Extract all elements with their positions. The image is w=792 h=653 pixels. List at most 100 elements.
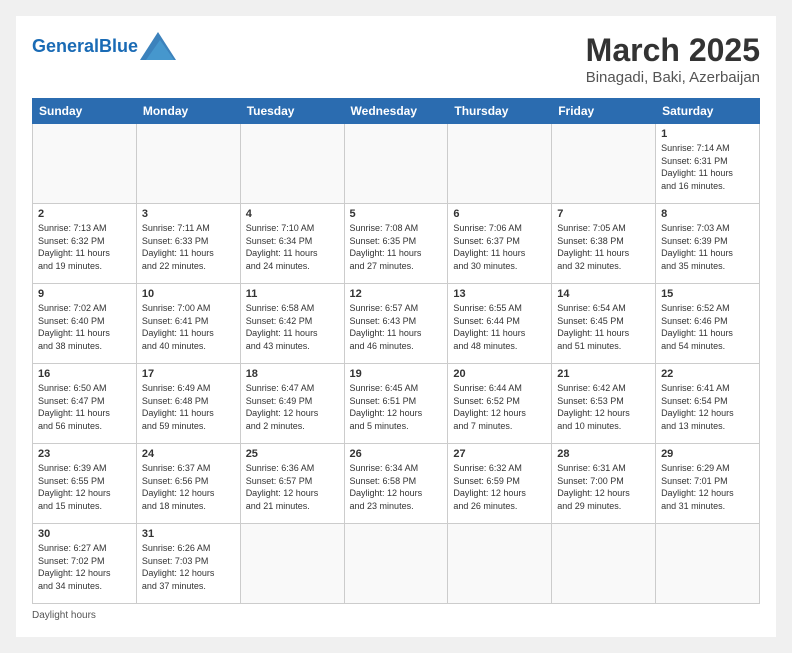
calendar-cell	[240, 124, 344, 204]
logo: GeneralBlue	[32, 32, 176, 60]
day-number: 16	[38, 368, 131, 380]
calendar-cell: 24Sunrise: 6:37 AM Sunset: 6:56 PM Dayli…	[136, 444, 240, 524]
day-number: 20	[453, 368, 546, 380]
day-number: 9	[38, 288, 131, 300]
day-number: 23	[38, 448, 131, 460]
calendar-cell: 26 Sunrise: 6:34 AM Sunset: 6:58 PM Dayli…	[344, 444, 448, 524]
day-number: 2	[38, 208, 131, 220]
calendar-cell: 31Sunrise: 6:26 AM Sunset: 7:03 PM Dayli…	[136, 524, 240, 604]
day-info: Sunrise: 6:44 AM Sunset: 6:52 PM Dayligh…	[453, 382, 546, 432]
calendar-cell: 5 Sunrise: 7:08 AM Sunset: 6:35 PM Daylig…	[344, 204, 448, 284]
weekday-header-saturday: Saturday	[656, 99, 760, 124]
month-title: March 2025	[586, 32, 760, 69]
calendar-cell: 8 Sunrise: 7:03 AM Sunset: 6:39 PM Daylig…	[656, 204, 760, 284]
day-number: 13	[453, 288, 546, 300]
week-row-6: 30Sunrise: 6:27 AM Sunset: 7:02 PM Dayli…	[33, 524, 760, 604]
day-number: 10	[142, 288, 235, 300]
calendar-cell	[552, 124, 656, 204]
calendar-page: GeneralBlue March 2025 Binagadi, Baki, A…	[16, 16, 776, 637]
day-info: Sunrise: 7:13 AM Sunset: 6:32 PM Dayligh…	[38, 222, 131, 272]
day-info: Sunrise: 6:41 AM Sunset: 6:54 PM Dayligh…	[661, 382, 754, 432]
logo-icon	[140, 32, 176, 60]
calendar-cell	[656, 524, 760, 604]
day-info: Sunrise: 6:36 AM Sunset: 6:57 PM Dayligh…	[246, 462, 339, 512]
day-number: 24	[142, 448, 235, 460]
calendar-cell: 16 Sunrise: 6:50 AM Sunset: 6:47 PM Dayli…	[33, 364, 137, 444]
logo-general: General	[32, 36, 99, 56]
day-info: Sunrise: 7:05 AM Sunset: 6:38 PM Dayligh…	[557, 222, 650, 272]
calendar-cell	[136, 124, 240, 204]
day-info: Sunrise: 6:52 AM Sunset: 6:46 PM Dayligh…	[661, 302, 754, 352]
day-number: 5	[350, 208, 443, 220]
day-number: 26	[350, 448, 443, 460]
day-info: Sunrise: 6:50 AM Sunset: 6:47 PM Dayligh…	[38, 382, 131, 432]
day-info: Sunrise: 7:03 AM Sunset: 6:39 PM Dayligh…	[661, 222, 754, 272]
calendar-cell	[344, 124, 448, 204]
day-number: 21	[557, 368, 650, 380]
weekday-header-thursday: Thursday	[448, 99, 552, 124]
calendar-cell: 23Sunrise: 6:39 AM Sunset: 6:55 PM Dayli…	[33, 444, 137, 524]
calendar-cell: 27Sunrise: 6:32 AM Sunset: 6:59 PM Dayli…	[448, 444, 552, 524]
day-info: Sunrise: 6:31 AM Sunset: 7:00 PM Dayligh…	[557, 462, 650, 512]
week-row-1: 1Sunrise: 7:14 AM Sunset: 6:31 PM Daylig…	[33, 124, 760, 204]
day-number: 8	[661, 208, 754, 220]
calendar-cell: 3 Sunrise: 7:11 AM Sunset: 6:33 PM Daylig…	[136, 204, 240, 284]
day-number: 27	[453, 448, 546, 460]
calendar-cell: 15Sunrise: 6:52 AM Sunset: 6:46 PM Dayli…	[656, 284, 760, 364]
calendar-cell: 30Sunrise: 6:27 AM Sunset: 7:02 PM Dayli…	[33, 524, 137, 604]
calendar-cell: 1Sunrise: 7:14 AM Sunset: 6:31 PM Daylig…	[656, 124, 760, 204]
day-number: 14	[557, 288, 650, 300]
calendar-cell	[552, 524, 656, 604]
calendar-cell	[33, 124, 137, 204]
weekday-header-wednesday: Wednesday	[344, 99, 448, 124]
weekday-header-friday: Friday	[552, 99, 656, 124]
calendar-cell: 4 Sunrise: 7:10 AM Sunset: 6:34 PM Daylig…	[240, 204, 344, 284]
calendar-cell: 11 Sunrise: 6:58 AM Sunset: 6:42 PM Dayli…	[240, 284, 344, 364]
title-block: March 2025 Binagadi, Baki, Azerbaijan	[586, 32, 760, 86]
calendar-cell: 17Sunrise: 6:49 AM Sunset: 6:48 PM Dayli…	[136, 364, 240, 444]
calendar-cell: 14 Sunrise: 6:54 AM Sunset: 6:45 PM Dayli…	[552, 284, 656, 364]
day-number: 19	[350, 368, 443, 380]
week-row-5: 23Sunrise: 6:39 AM Sunset: 6:55 PM Dayli…	[33, 444, 760, 524]
day-number: 4	[246, 208, 339, 220]
day-info: Sunrise: 6:45 AM Sunset: 6:51 PM Dayligh…	[350, 382, 443, 432]
day-number: 28	[557, 448, 650, 460]
calendar-cell: 9 Sunrise: 7:02 AM Sunset: 6:40 PM Daylig…	[33, 284, 137, 364]
day-info: Sunrise: 7:11 AM Sunset: 6:33 PM Dayligh…	[142, 222, 235, 272]
day-info: Sunrise: 7:10 AM Sunset: 6:34 PM Dayligh…	[246, 222, 339, 272]
calendar-cell: 28 Sunrise: 6:31 AM Sunset: 7:00 PM Dayli…	[552, 444, 656, 524]
calendar-cell: 29Sunrise: 6:29 AM Sunset: 7:01 PM Dayli…	[656, 444, 760, 524]
day-number: 1	[661, 128, 754, 140]
weekday-header-tuesday: Tuesday	[240, 99, 344, 124]
weekday-header-sunday: Sunday	[33, 99, 137, 124]
calendar-cell	[344, 524, 448, 604]
day-info: Sunrise: 6:27 AM Sunset: 7:02 PM Dayligh…	[38, 542, 131, 592]
weekday-header-monday: Monday	[136, 99, 240, 124]
day-info: Sunrise: 6:34 AM Sunset: 6:58 PM Dayligh…	[350, 462, 443, 512]
day-info: Sunrise: 7:08 AM Sunset: 6:35 PM Dayligh…	[350, 222, 443, 272]
day-number: 11	[246, 288, 339, 300]
day-info: Sunrise: 6:47 AM Sunset: 6:49 PM Dayligh…	[246, 382, 339, 432]
day-info: Sunrise: 6:54 AM Sunset: 6:45 PM Dayligh…	[557, 302, 650, 352]
day-info: Sunrise: 6:57 AM Sunset: 6:43 PM Dayligh…	[350, 302, 443, 352]
header: GeneralBlue March 2025 Binagadi, Baki, A…	[32, 32, 760, 86]
week-row-3: 9 Sunrise: 7:02 AM Sunset: 6:40 PM Daylig…	[33, 284, 760, 364]
calendar-cell: 25Sunrise: 6:36 AM Sunset: 6:57 PM Dayli…	[240, 444, 344, 524]
day-info: Sunrise: 6:42 AM Sunset: 6:53 PM Dayligh…	[557, 382, 650, 432]
location: Binagadi, Baki, Azerbaijan	[586, 69, 760, 86]
day-number: 3	[142, 208, 235, 220]
calendar-cell: 13Sunrise: 6:55 AM Sunset: 6:44 PM Dayli…	[448, 284, 552, 364]
calendar-cell: 6Sunrise: 7:06 AM Sunset: 6:37 PM Daylig…	[448, 204, 552, 284]
calendar-cell: 10Sunrise: 7:00 AM Sunset: 6:41 PM Dayli…	[136, 284, 240, 364]
calendar-cell	[240, 524, 344, 604]
calendar-cell: 18Sunrise: 6:47 AM Sunset: 6:49 PM Dayli…	[240, 364, 344, 444]
calendar-cell: 21 Sunrise: 6:42 AM Sunset: 6:53 PM Dayli…	[552, 364, 656, 444]
calendar-cell: 2 Sunrise: 7:13 AM Sunset: 6:32 PM Daylig…	[33, 204, 137, 284]
calendar-cell: 22Sunrise: 6:41 AM Sunset: 6:54 PM Dayli…	[656, 364, 760, 444]
calendar-cell	[448, 124, 552, 204]
day-number: 31	[142, 528, 235, 540]
day-number: 7	[557, 208, 650, 220]
day-info: Sunrise: 7:02 AM Sunset: 6:40 PM Dayligh…	[38, 302, 131, 352]
day-info: Sunrise: 6:58 AM Sunset: 6:42 PM Dayligh…	[246, 302, 339, 352]
weekday-header-row: SundayMondayTuesdayWednesdayThursdayFrid…	[33, 99, 760, 124]
